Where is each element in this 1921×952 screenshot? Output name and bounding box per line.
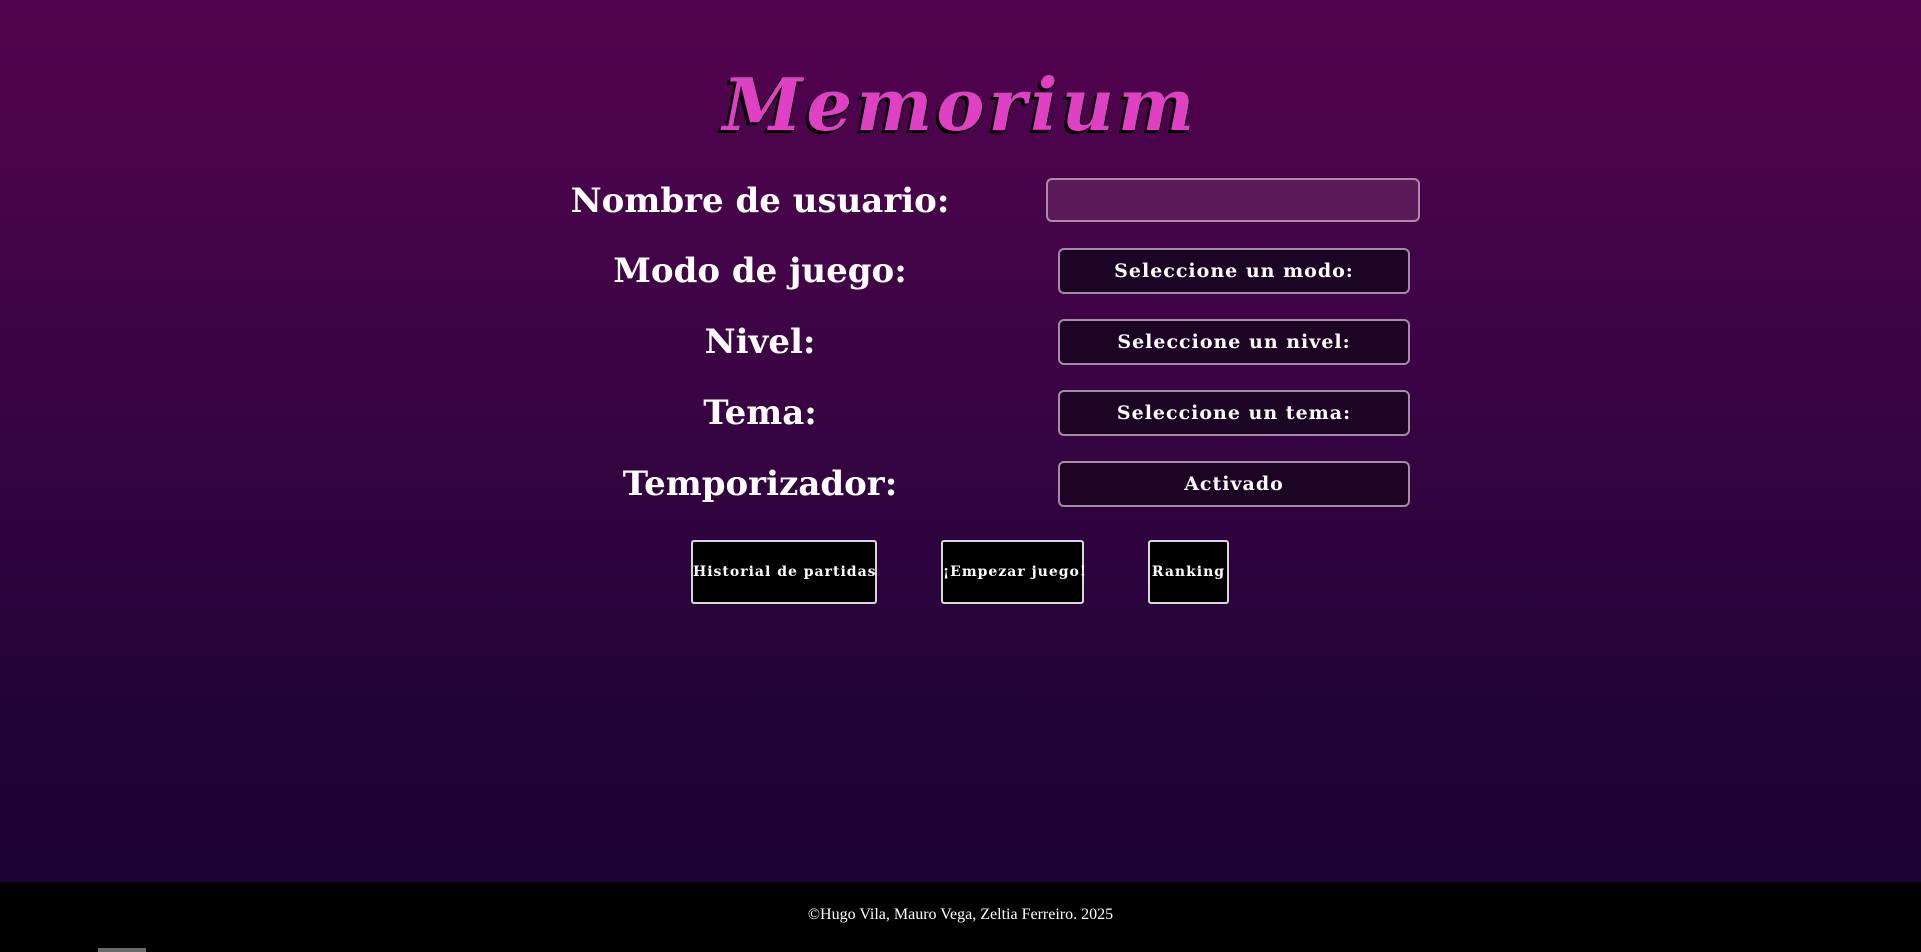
level-row: Nivel: Seleccione un nivel: (0, 317, 1921, 367)
app-title: Memorium (722, 62, 1199, 147)
timer-label: Temporizador: (622, 464, 898, 504)
game-mode-select-button[interactable]: Seleccione un modo: (1058, 248, 1410, 294)
history-button[interactable]: Historial de partidas (691, 540, 877, 604)
level-select-button[interactable]: Seleccione un nivel: (1058, 319, 1410, 365)
main-content: Memorium Nombre de usuario: Modo de jueg… (0, 0, 1921, 882)
theme-row: Tema: Seleccione un tema: (0, 388, 1921, 438)
theme-select-button[interactable]: Seleccione un tema: (1058, 390, 1410, 436)
timer-row: Temporizador: Activado (0, 459, 1921, 509)
footer: ©Hugo Vila, Mauro Vega, Zeltia Ferreiro.… (0, 882, 1921, 952)
game-mode-row: Modo de juego: Seleccione un modo: (0, 246, 1921, 296)
ranking-button[interactable]: Ranking (1148, 540, 1229, 604)
timer-toggle-button[interactable]: Activado (1058, 461, 1410, 507)
username-row: Nombre de usuario: (0, 176, 1921, 226)
theme-label: Tema: (703, 393, 817, 433)
start-game-button[interactable]: ¡Empezar juego! (941, 540, 1086, 604)
username-label: Nombre de usuario: (570, 181, 950, 221)
game-mode-label: Modo de juego: (613, 251, 907, 291)
level-label: Nivel: (704, 322, 816, 362)
username-input[interactable] (1046, 178, 1420, 222)
footer-scroll-indicator (98, 948, 146, 952)
footer-copyright: ©Hugo Vila, Mauro Vega, Zeltia Ferreiro.… (807, 906, 1114, 923)
